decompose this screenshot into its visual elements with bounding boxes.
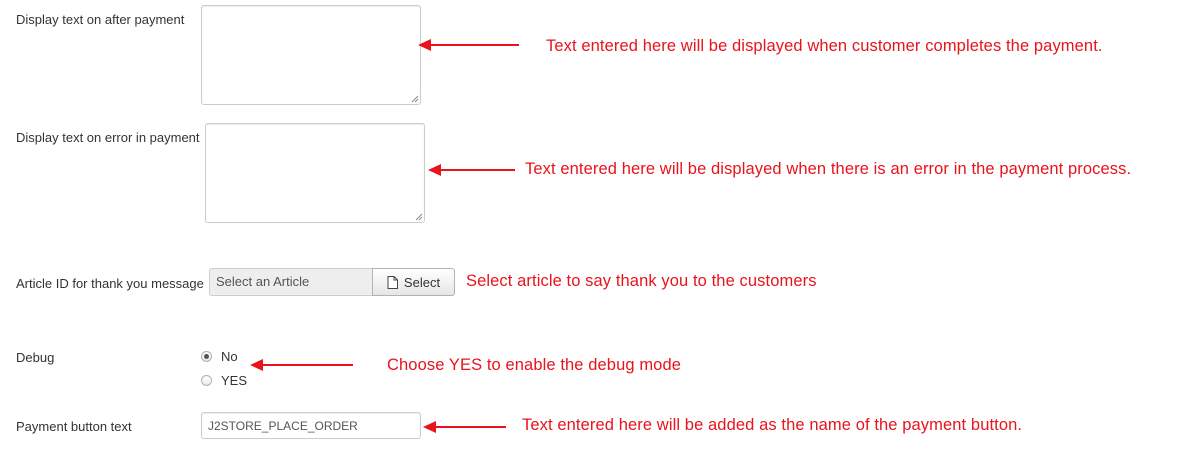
debug-no-label[interactable]: No <box>221 349 238 364</box>
error-payment-textarea[interactable] <box>205 123 425 223</box>
payment-button-label: Payment button text <box>16 419 132 434</box>
debug-label: Debug <box>16 350 55 365</box>
debug-note: Choose YES to enable the debug mode <box>387 356 681 374</box>
after-payment-textarea[interactable] <box>201 5 421 105</box>
error-payment-label: Display text on error in payment <box>16 130 200 145</box>
article-note: Select article to say thank you to the c… <box>466 272 817 290</box>
after-payment-label: Display text on after payment <box>16 12 185 27</box>
after-payment-note: Text entered here will be displayed when… <box>546 37 1103 55</box>
debug-yes-radio[interactable] <box>201 375 212 386</box>
article-field[interactable]: Select an Article <box>209 268 373 296</box>
document-icon <box>387 275 398 289</box>
debug-yes-label[interactable]: YES <box>221 373 247 388</box>
resize-grip-icon[interactable] <box>410 94 419 103</box>
article-placeholder: Select an Article <box>216 274 310 289</box>
select-button-label: Select <box>403 274 441 290</box>
resize-grip-icon[interactable] <box>414 212 423 221</box>
left-arrow-icon <box>250 359 353 371</box>
left-arrow-icon <box>428 164 515 176</box>
payment-button-text-input[interactable] <box>201 412 421 439</box>
left-arrow-icon <box>423 421 506 433</box>
error-payment-note: Text entered here will be displayed when… <box>525 160 1132 178</box>
left-arrow-icon <box>418 39 519 51</box>
article-label: Article ID for thank you message <box>16 276 204 291</box>
payment-button-note: Text entered here will be added as the n… <box>522 416 1023 434</box>
select-article-button[interactable]: Select <box>372 268 455 296</box>
debug-no-radio[interactable] <box>201 351 212 362</box>
